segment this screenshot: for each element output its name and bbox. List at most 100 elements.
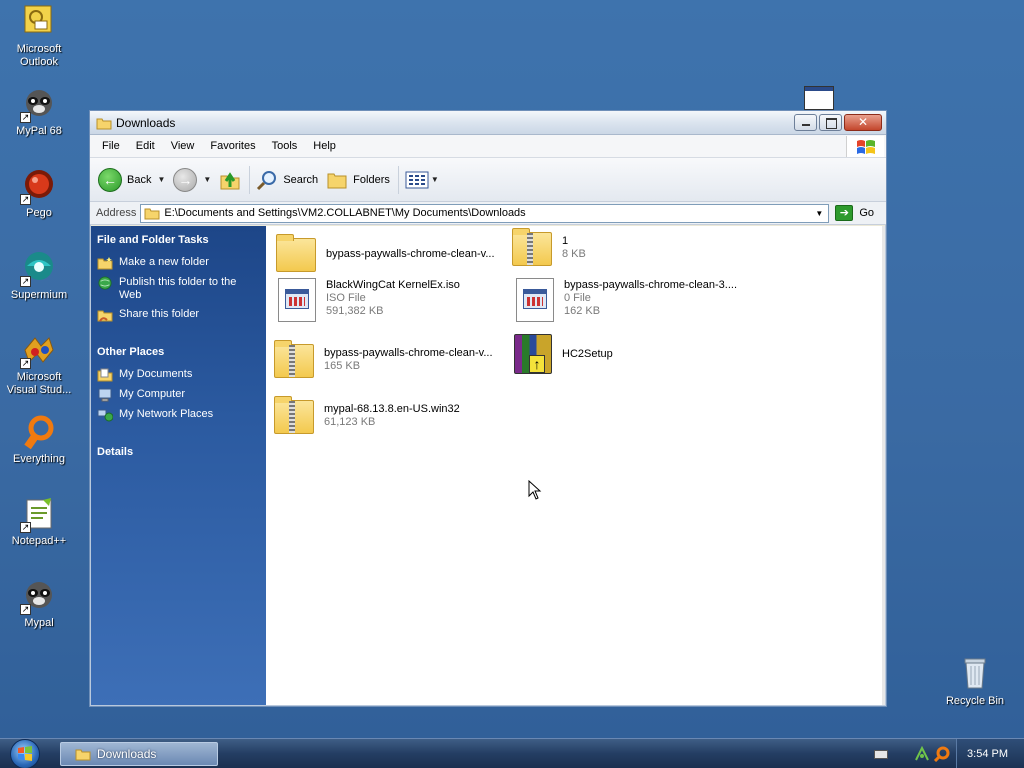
place-my-computer[interactable]: My Computer <box>97 388 260 402</box>
file-size: 162 KB <box>564 304 601 317</box>
folder-icon <box>144 208 160 220</box>
desktop-icon-everything[interactable]: Everything <box>4 414 74 466</box>
installer-icon: ↑ <box>508 332 556 376</box>
task-publish-to-web[interactable]: Publish this folder to the Web <box>97 276 260 302</box>
up-folder-button[interactable] <box>219 169 241 191</box>
chevron-down-icon[interactable]: ▼ <box>431 175 439 184</box>
task-share-folder[interactable]: Share this folder <box>97 308 260 322</box>
desktop-icon-label: Pego <box>26 207 52 219</box>
file-item[interactable]: ↑ HC2Setup <box>508 332 613 376</box>
desktop-icon-mypal[interactable]: ↗ Mypal <box>4 578 74 630</box>
file-type: 0 File <box>564 291 591 304</box>
taskbar-button-label: Downloads <box>97 747 157 761</box>
search-button[interactable]: Search <box>256 169 318 191</box>
start-button[interactable] <box>10 738 40 768</box>
zip-folder-icon <box>270 338 318 382</box>
new-folder-icon <box>97 257 113 270</box>
close-icon: ✕ <box>857 115 869 129</box>
network-tray-icon[interactable] <box>914 746 930 762</box>
file-item[interactable]: bypass-paywalls-chrome-clean-3.... 0 Fil… <box>510 276 737 322</box>
search-tray-icon[interactable] <box>934 746 950 762</box>
menu-favorites[interactable]: Favorites <box>202 140 263 152</box>
place-my-network-places[interactable]: My Network Places <box>97 408 260 422</box>
forward-button[interactable]: → ▼ <box>173 167 211 192</box>
windows-logo-icon <box>846 136 884 157</box>
supermium-icon: ↗ <box>20 250 57 287</box>
windows-logo-icon <box>18 745 32 761</box>
go-label: Go <box>859 207 874 219</box>
file-item[interactable]: mypal-68.13.8.en-US.win32 61,123 KB <box>270 394 460 438</box>
desktop-icon-supermium[interactable]: ↗ Supermium <box>4 250 74 302</box>
desktop-icon-label: Recycle Bin <box>945 695 1005 707</box>
task-label: Share this folder <box>119 308 200 320</box>
details-heading[interactable]: Details <box>97 446 260 458</box>
file-folder-tasks-heading[interactable]: File and Folder Tasks <box>97 234 260 246</box>
go-button[interactable]: ➔ Go <box>835 205 874 221</box>
toolbar-separator <box>397 165 399 194</box>
task-label: Publish this folder to the Web <box>119 276 237 301</box>
folder-icon <box>96 118 112 129</box>
desktop-icon-visual-studio[interactable]: ↗ Microsoft Visual Stud... <box>4 332 74 397</box>
menu-edit[interactable]: Edit <box>128 140 163 152</box>
folders-button[interactable]: Folders <box>326 170 390 190</box>
close-button[interactable]: ✕ <box>844 114 882 131</box>
desktop-icon-mypal68[interactable]: ↗ MyPal 68 <box>4 86 74 138</box>
desktop-icon-recycle-bin[interactable]: Recycle Bin <box>940 656 1010 708</box>
other-places-heading[interactable]: Other Places <box>97 346 260 358</box>
window-title: Downloads <box>116 115 176 130</box>
shortcut-arrow-icon: ↗ <box>20 194 31 205</box>
desktop-icon-label: Notepad++ <box>11 535 67 547</box>
notepadpp-icon: ↗ <box>20 496 57 533</box>
menu-help[interactable]: Help <box>305 140 344 152</box>
desktop-icon-label: Microsoft Outlook <box>16 43 62 68</box>
place-label: My Network Places <box>119 408 214 420</box>
place-label: My Computer <box>119 388 186 400</box>
desktop-icon-label: Mypal <box>24 617 54 629</box>
file-item[interactable]: 1 8 KB <box>508 226 586 270</box>
file-item[interactable]: BlackWingCat KernelEx.iso ISO File 591,3… <box>272 276 460 322</box>
file-name: HC2Setup <box>562 347 613 360</box>
minimize-button[interactable] <box>794 114 817 131</box>
address-label: Address <box>96 207 137 219</box>
file-item[interactable]: bypass-paywalls-chrome-clean-v... <box>272 232 495 276</box>
address-bar: Address E:\Documents and Settings\VM2.CO… <box>90 202 886 225</box>
shortcut-arrow-icon: ↗ <box>20 276 31 287</box>
visual-studio-icon: ↗ <box>20 332 57 369</box>
views-button[interactable]: ▼ <box>405 170 439 190</box>
desktop-icon-notepadpp[interactable]: ↗ Notepad++ <box>4 496 74 548</box>
menu-tools[interactable]: Tools <box>264 140 306 152</box>
file-name: BlackWingCat KernelEx.iso <box>326 278 460 291</box>
title-bar[interactable]: Downloads ✕ <box>90 111 886 135</box>
file-icon <box>272 276 320 322</box>
back-button[interactable]: ← Back ▼ <box>98 167 165 192</box>
scrollbar[interactable] <box>882 226 885 705</box>
back-label: Back <box>127 173 152 186</box>
file-item[interactable]: bypass-paywalls-chrome-clean-v... 165 KB <box>270 338 493 382</box>
desktop-icon-pego[interactable]: ↗ Pego <box>4 168 74 220</box>
menu-file[interactable]: File <box>94 140 128 152</box>
my-documents-icon <box>97 368 113 382</box>
desktop-icon-outlook[interactable]: Microsoft Outlook <box>4 4 74 69</box>
chevron-down-icon[interactable]: ▼ <box>203 175 211 184</box>
my-computer-icon <box>98 388 112 402</box>
explorer-body: File and Folder Tasks Make a new folder … <box>91 226 885 705</box>
file-list: bypass-paywalls-chrome-clean-v... 1 8 KB… <box>266 226 885 705</box>
folders-label: Folders <box>353 173 390 186</box>
maximize-button[interactable] <box>819 114 842 131</box>
shortcut-arrow-icon: ↗ <box>20 522 31 533</box>
menu-view[interactable]: View <box>163 140 203 152</box>
keyboard-icon[interactable] <box>874 749 889 759</box>
chevron-down-icon[interactable]: ▼ <box>812 206 826 221</box>
taskbar-button-downloads[interactable]: Downloads <box>60 742 218 766</box>
place-label: My Documents <box>119 368 193 380</box>
task-make-new-folder[interactable]: Make a new folder <box>97 256 260 270</box>
shortcut-arrow-icon: ↗ <box>20 112 31 123</box>
address-input[interactable]: E:\Documents and Settings\VM2.COLLABNET\… <box>140 203 830 223</box>
chevron-down-icon[interactable]: ▼ <box>157 175 165 184</box>
clock[interactable]: 3:54 PM <box>956 739 1024 768</box>
toolbar-separator <box>249 165 251 194</box>
go-arrow-icon: ➔ <box>835 205 854 221</box>
pego-icon: ↗ <box>20 168 57 205</box>
place-my-documents[interactable]: My Documents <box>97 368 260 382</box>
outlook-icon <box>21 4 57 40</box>
